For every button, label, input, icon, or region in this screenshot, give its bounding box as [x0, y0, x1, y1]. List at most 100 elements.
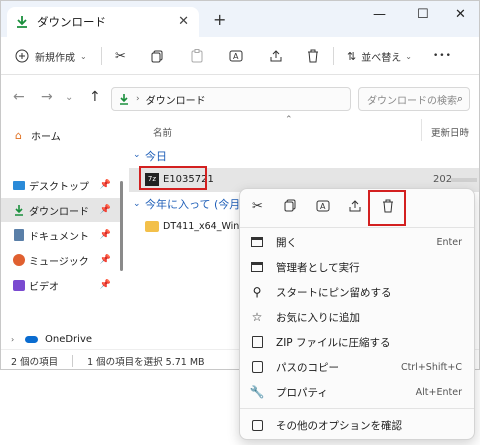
pin-icon: 📌 — [99, 180, 111, 190]
search-placeholder: ダウンロードの検索 — [367, 95, 457, 107]
navigation-pane: ⌂ ホーム デスクトップ 📌 ダウンロード 📌 ドキュメント 📌 ミュージック … — [1, 117, 125, 349]
copy-icon[interactable] — [151, 47, 164, 65]
menu-item-pin-to-start[interactable]: ⚲ スタートにピン留めする — [240, 280, 474, 305]
menu-item-shortcut: Ctrl+Shift+C — [400, 362, 462, 373]
cloud-icon — [25, 335, 38, 343]
address-bar[interactable]: › ダウンロード — [111, 87, 351, 111]
sidebar-item-label: デスクトップ — [29, 181, 89, 193]
column-divider — [421, 119, 422, 141]
toolbar-divider — [333, 47, 334, 65]
sort-button-label: 並べ替え — [361, 52, 402, 64]
menu-item-label: スタートにピン留めする — [276, 287, 392, 299]
sidebar-item-label: ホーム — [31, 131, 61, 143]
tab-title: ダウンロード — [37, 15, 106, 29]
menu-item-copy-path[interactable]: パスのコピー Ctrl+Shift+C — [240, 355, 474, 380]
sidebar-item-label: ダウンロード — [29, 206, 89, 218]
up-arrow-icon[interactable]: ↑ — [89, 89, 101, 105]
tab-close-icon[interactable]: ✕ — [178, 14, 189, 29]
sidebar-item-label: ミュージック — [29, 256, 89, 268]
menu-item-label: パスのコピー — [276, 362, 339, 374]
sidebar-item-desktop[interactable]: デスクトップ 📌 — [1, 173, 121, 197]
menu-item-label: 開く — [276, 237, 297, 249]
download-icon — [120, 94, 128, 105]
copy-icon[interactable] — [284, 199, 297, 216]
menu-item-open[interactable]: 開く Enter — [240, 230, 474, 255]
forward-arrow-icon[interactable]: → — [41, 89, 53, 105]
more-options-icon — [250, 418, 264, 432]
new-tab-button[interactable]: + — [213, 10, 226, 29]
menu-item-more-options[interactable]: その他のオプションを確認 — [240, 413, 474, 438]
sidebar-item-onedrive[interactable]: › OneDrive — [1, 327, 121, 351]
star-icon: ☆ — [251, 310, 263, 324]
home-icon: ⌂ — [15, 128, 22, 142]
minimize-button[interactable]: — — [373, 7, 386, 22]
highlight-file-box — [139, 166, 207, 190]
sidebar-item-music[interactable]: ミュージック 📌 — [1, 248, 121, 272]
rename-icon[interactable]: A — [316, 199, 330, 217]
svg-text:A: A — [320, 202, 326, 211]
nav-scrollbar[interactable] — [120, 181, 123, 271]
menu-item-run-as-admin[interactable]: 管理者として実行 — [240, 255, 474, 280]
paste-icon[interactable] — [191, 47, 203, 65]
recent-chevron-icon[interactable]: ⌄ — [65, 92, 73, 103]
menu-item-label: その他のオプションを確認 — [276, 420, 402, 432]
chevron-down-icon: ⌄ — [80, 51, 87, 61]
search-icon: ⌕ — [456, 92, 463, 105]
column-header-date[interactable]: 更新日時 — [431, 125, 469, 139]
plus-circle-icon — [15, 49, 29, 63]
menu-item-properties[interactable]: 🔧 プロパティ Alt+Enter — [240, 380, 474, 405]
sidebar-item-home[interactable]: ⌂ ホーム — [1, 123, 121, 147]
sidebar-item-label: ドキュメント — [29, 231, 89, 243]
rename-icon[interactable]: A — [229, 47, 243, 65]
desktop-icon — [13, 180, 25, 190]
tab-downloads[interactable]: ダウンロード ✕ — [7, 7, 199, 37]
cut-icon[interactable]: ✂ — [115, 47, 126, 65]
back-arrow-icon[interactable]: ← — [13, 89, 25, 105]
sidebar-item-videos[interactable]: ビデオ 📌 — [1, 273, 121, 297]
sidebar-item-documents[interactable]: ドキュメント 📌 — [1, 223, 121, 247]
breadcrumb: ダウンロード — [145, 95, 206, 107]
tab-bar: ダウンロード ✕ + — ☐ ✕ — [1, 1, 479, 37]
status-divider — [72, 354, 74, 367]
video-icon — [13, 279, 25, 291]
group-collapse-icon[interactable]: ⌄ — [133, 199, 141, 209]
sort-button[interactable]: ⇅ 並べ替え ⌄ — [347, 47, 412, 65]
share-icon[interactable] — [269, 47, 283, 65]
menu-item-label: 管理者として実行 — [276, 262, 360, 274]
sidebar-item-downloads[interactable]: ダウンロード 📌 — [1, 198, 121, 222]
pin-icon: 📌 — [99, 205, 111, 215]
menu-item-add-to-favorites[interactable]: ☆ お気に入りに追加 — [240, 305, 474, 330]
cut-icon[interactable]: ✂ — [252, 199, 263, 214]
close-window-button[interactable]: ✕ — [455, 7, 466, 22]
group-collapse-icon[interactable]: ⌄ — [133, 150, 141, 160]
sort-indicator-icon: ⌃ — [285, 115, 293, 125]
search-input[interactable]: ダウンロードの検索 ⌕ — [358, 87, 470, 111]
wrench-icon: 🔧 — [249, 385, 265, 399]
zip-icon — [250, 335, 264, 349]
menu-item-compress-zip[interactable]: ZIP ファイルに圧縮する — [240, 330, 474, 355]
group-header-this-year: 今年に入って (今月 — [145, 198, 241, 211]
column-header-name[interactable]: 名前 — [153, 125, 172, 139]
maximize-button[interactable]: ☐ — [417, 7, 429, 22]
delete-icon[interactable] — [307, 47, 319, 65]
download-icon — [17, 16, 27, 28]
highlight-delete-box — [368, 190, 406, 226]
music-icon — [13, 254, 25, 266]
expand-chevron-icon[interactable]: › — [11, 335, 14, 344]
breadcrumb-separator-icon: › — [136, 94, 140, 104]
file-row[interactable]: DT411_x64_Win11_ — [129, 216, 256, 238]
download-icon — [15, 205, 23, 216]
command-bar: 新規作成 ⌄ ✂ A ⇅ 並べ替え ⌄ ••• — [1, 37, 479, 75]
pin-icon: 📌 — [99, 280, 111, 290]
admin-shield-icon — [250, 260, 264, 274]
new-button[interactable]: 新規作成 ⌄ — [15, 47, 87, 65]
menu-divider — [240, 408, 474, 409]
more-options-button[interactable]: ••• — [433, 47, 452, 65]
svg-text:A: A — [233, 52, 239, 61]
open-icon — [250, 235, 264, 249]
context-menu: ✂ A 開く Enter 管理者として実行 ⚲ スタートにピン留めする ☆ お気… — [239, 188, 475, 440]
sort-icon: ⇅ — [347, 49, 357, 63]
menu-item-shortcut: Enter — [436, 237, 463, 248]
share-icon[interactable] — [348, 199, 362, 217]
copy-path-icon — [250, 360, 264, 374]
